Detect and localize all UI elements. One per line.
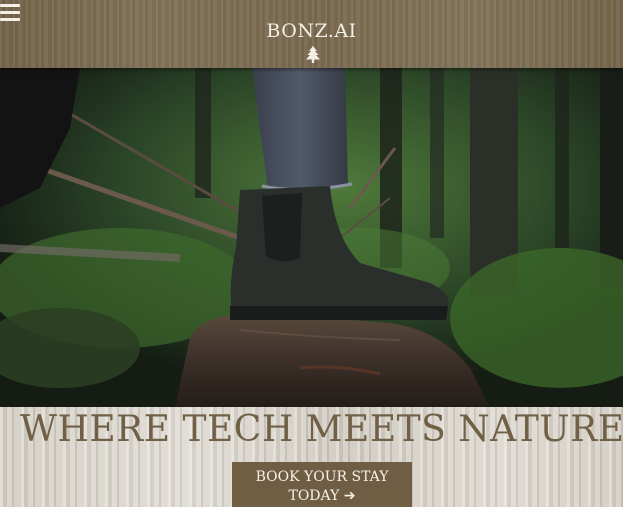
cta-line-1: BOOK YOUR STAY (255, 469, 389, 485)
hero-forest-photo (0, 68, 623, 407)
brand-logo-text[interactable]: BONZ.AI (0, 20, 623, 42)
hero-tagline: WHERE TECH MEETS NATURE (20, 409, 623, 450)
pine-tree-icon (306, 46, 320, 63)
cta-line-2: TODAY ➔ (238, 487, 406, 506)
hero-image (0, 68, 623, 407)
right-arrow-icon: ➔ (343, 488, 356, 504)
book-your-stay-button[interactable]: BOOK YOUR STAY TODAY ➔ (232, 462, 412, 507)
tagline-band: WHERE TECH MEETS NATURE BOOK YOUR STAY T… (0, 407, 623, 507)
cta-line-2-text: TODAY (288, 488, 340, 504)
site-header: BONZ.AI (0, 0, 623, 68)
